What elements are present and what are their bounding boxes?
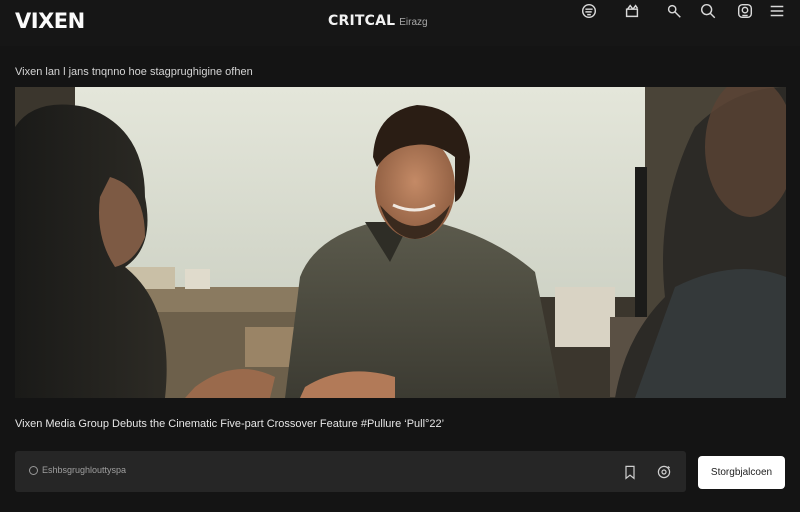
comment-icon	[29, 465, 38, 475]
brand-subtitle: Eirazg	[399, 17, 428, 28]
wrench-icon[interactable]	[663, 0, 685, 22]
top-header: VIXEN CRITCAL Eirazg	[0, 0, 800, 46]
bookmark-icon[interactable]	[620, 462, 640, 482]
comment-input[interactable]	[42, 465, 342, 475]
menu-icon[interactable]	[766, 0, 788, 22]
search-icon[interactable]	[697, 0, 719, 22]
brand-name: CRITCAL	[328, 13, 396, 29]
comment-bar	[15, 451, 686, 492]
brand-title[interactable]: CRITCAL Eirazg	[328, 13, 428, 29]
video-player[interactable]	[15, 87, 786, 398]
badge-icon[interactable]	[734, 0, 756, 22]
action-button[interactable]: Storgbjalcoen	[698, 456, 785, 489]
logo-s-icon[interactable]	[578, 0, 600, 22]
site-logo[interactable]: VIXEN	[15, 9, 85, 33]
video-headline[interactable]: Vixen Media Group Debuts the Cinematic F…	[15, 418, 444, 430]
video-still-image	[15, 87, 786, 398]
video-caption: Vixen lan l jans tnqnno hoe stagprughigi…	[15, 66, 253, 78]
clapper-icon[interactable]	[621, 0, 643, 22]
comment-input-wrapper	[29, 465, 342, 475]
share-comment-icon[interactable]	[654, 462, 674, 482]
